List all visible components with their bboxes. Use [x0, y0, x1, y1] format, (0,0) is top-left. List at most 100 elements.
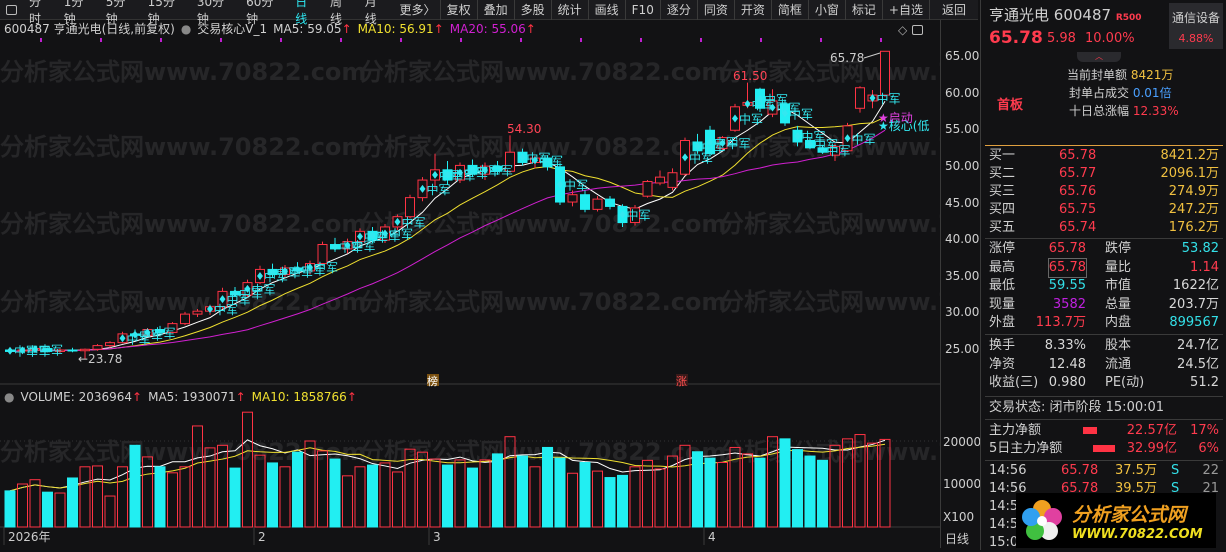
kline-chart[interactable]: 分析家公式网www.70822.com分析家公式网www.70822.com分析… — [0, 0, 940, 550]
bid-price: 65.77 — [1059, 166, 1097, 181]
price-tick-label: 30.00 — [945, 305, 980, 320]
stat-value: 65.78 — [1047, 257, 1088, 278]
stat-label: 市值 — [1105, 278, 1132, 293]
stat-label: 跌停 — [1105, 241, 1132, 256]
collapse-chevron-icon[interactable]: ︿ — [1077, 52, 1121, 62]
volume-bar[interactable] — [442, 464, 453, 528]
period-label[interactable]: 日线 — [945, 530, 969, 547]
volume-bar[interactable] — [629, 466, 641, 528]
signal-label: 中军 — [727, 136, 751, 151]
volume-bar[interactable] — [292, 451, 303, 528]
volume-bar[interactable] — [67, 477, 78, 528]
volume-bar[interactable] — [367, 464, 378, 528]
volume-bar[interactable] — [429, 458, 441, 528]
volume-bar[interactable] — [454, 459, 466, 528]
stat-row: 最高 65.78 量比 1.14 — [989, 257, 1219, 278]
bid-volume: 2096.1万 — [1160, 166, 1220, 181]
marker-tick — [40, 38, 42, 42]
volume-bar[interactable] — [817, 459, 828, 528]
candle[interactable] — [880, 50, 890, 96]
candle[interactable] — [580, 194, 590, 210]
volume-bar[interactable] — [242, 411, 253, 528]
volume-bar[interactable] — [142, 456, 153, 528]
candle[interactable] — [180, 313, 190, 325]
bid-volume: 247.2万 — [1168, 202, 1219, 217]
bid-label: 买二 — [989, 166, 1016, 181]
volume-bar[interactable] — [779, 438, 791, 528]
volume-bar[interactable] — [479, 459, 491, 528]
stat-value: 12.48 — [1048, 356, 1086, 372]
volume-bar[interactable] — [329, 458, 341, 528]
volume-bar[interactable] — [42, 491, 53, 528]
signal-label: 中军 — [739, 112, 763, 127]
volume-bar[interactable] — [604, 477, 616, 528]
volume-bar[interactable] — [579, 462, 591, 528]
volume-bar[interactable] — [79, 466, 91, 528]
bid-row: 买三 65.76 274.9万 — [989, 183, 1219, 201]
x-axis-label: 4 — [708, 530, 716, 544]
stat-row: 最低 59.55 市值 1622亿 — [989, 277, 1219, 295]
price-tick-label: 25.00 — [945, 342, 980, 356]
watermark-text: 分析家公式网www.70822.com — [360, 58, 726, 86]
candle[interactable] — [567, 194, 578, 203]
candle[interactable] — [667, 172, 678, 188]
volume-bar[interactable] — [167, 472, 178, 528]
candle[interactable] — [592, 198, 603, 210]
bang-badge-label: 榜 — [427, 374, 438, 388]
volume-bar[interactable] — [4, 490, 16, 528]
volume-bar[interactable] — [17, 483, 28, 528]
volume-bar[interactable] — [567, 472, 578, 528]
bid-label: 买一 — [989, 148, 1016, 163]
volume-bar[interactable] — [29, 479, 41, 528]
candle[interactable] — [92, 345, 103, 350]
volume-bar[interactable] — [179, 466, 191, 528]
volume-bar[interactable] — [692, 451, 703, 528]
stat-label: 收益(三) — [989, 375, 1039, 390]
volume-bar[interactable] — [754, 457, 766, 528]
volume-bar[interactable] — [542, 446, 553, 528]
stat-row: 收益(三) 0.980 PE(动) 51.2 — [989, 374, 1219, 392]
bid-price: 65.75 — [1059, 202, 1097, 217]
sector-box[interactable]: 通信设备 4.88% — [1169, 3, 1223, 49]
candle[interactable] — [855, 87, 865, 109]
volume-bar[interactable] — [517, 455, 528, 528]
volume-bar[interactable] — [92, 465, 103, 528]
volume-bar[interactable] — [354, 466, 366, 528]
candle[interactable] — [605, 198, 615, 207]
volume-bar[interactable] — [717, 462, 728, 528]
candle[interactable] — [642, 181, 653, 197]
volume-bar[interactable] — [342, 475, 353, 528]
marker-tick — [760, 38, 762, 42]
volume-bar[interactable] — [792, 449, 803, 528]
label: 十日总涨幅 — [1069, 104, 1130, 118]
stat-value: 0.980 — [1048, 375, 1086, 390]
volume-bar[interactable] — [154, 466, 166, 528]
volume-bar[interactable] — [704, 457, 716, 528]
flow-pct: 6% — [1198, 441, 1219, 456]
candle[interactable] — [67, 349, 78, 352]
volume-bar[interactable] — [467, 467, 478, 528]
volume-bar[interactable] — [279, 466, 291, 528]
flow-label: 主力净额 — [989, 423, 1042, 438]
candle[interactable] — [192, 310, 203, 315]
candle[interactable] — [405, 197, 415, 218]
volume-bar[interactable] — [529, 466, 541, 528]
volume-bar[interactable] — [804, 455, 816, 528]
volume-bar[interactable] — [229, 467, 241, 528]
volume-bar[interactable] — [379, 462, 391, 528]
volume-bar[interactable] — [267, 462, 278, 528]
candle[interactable] — [655, 176, 665, 184]
volume-bar[interactable] — [104, 495, 116, 528]
volume-bar[interactable] — [492, 453, 503, 528]
volume-bar[interactable] — [617, 474, 628, 528]
volume-bar[interactable] — [592, 470, 603, 528]
x-axis-label: 2 — [258, 530, 266, 544]
candle[interactable] — [105, 342, 115, 347]
volume-bar[interactable] — [554, 457, 566, 528]
volume-bar[interactable] — [129, 444, 141, 528]
stat-value: 3582 — [1052, 296, 1086, 312]
volume-bar[interactable] — [54, 492, 66, 528]
volume-bar[interactable] — [654, 468, 666, 528]
volume-bar[interactable] — [392, 471, 403, 528]
candle[interactable] — [80, 348, 90, 352]
